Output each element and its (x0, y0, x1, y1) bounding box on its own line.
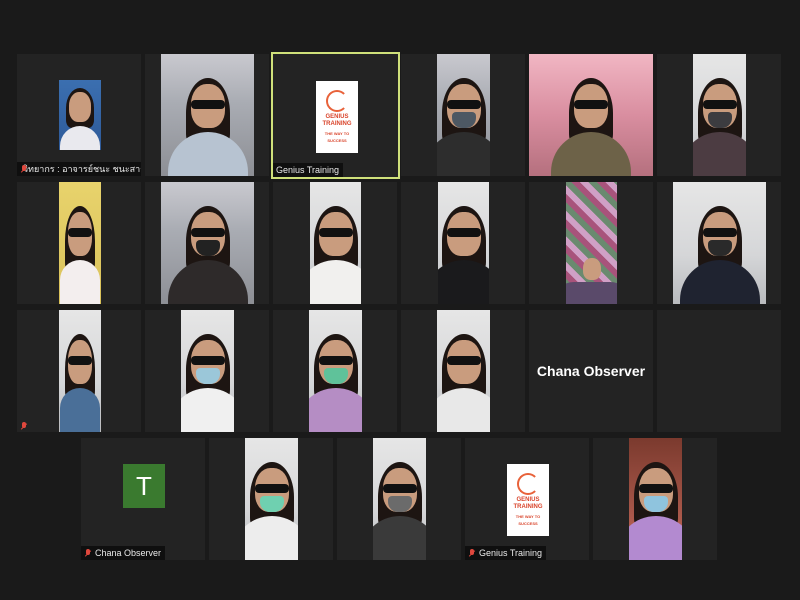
participant-tile-active-speaker[interactable]: GENIUS TRAINING THE WAY TO SUCCESS Geniu… (271, 52, 400, 179)
participant-video (373, 438, 426, 560)
participant-name: Genius Training (276, 165, 340, 175)
participant-video (161, 182, 254, 304)
participant-video (437, 310, 490, 432)
genius-training-logo: GENIUS TRAINING THE WAY TO SUCCESS (316, 81, 358, 153)
logo-ring-icon (326, 90, 348, 112)
participant-tile[interactable]: วิทยากร : อาจารย์ชนะ ชนะสาร (17, 54, 141, 176)
participant-video (245, 438, 298, 560)
participant-video (309, 310, 362, 432)
logo-ring-icon (517, 473, 539, 495)
participant-video (59, 80, 101, 150)
participant-tile[interactable] (17, 182, 141, 304)
participant-tile[interactable] (593, 438, 717, 560)
participant-tile[interactable] (145, 54, 269, 176)
participant-video (673, 182, 766, 304)
participant-tile[interactable] (273, 182, 397, 304)
genius-training-logo: GENIUS TRAINING THE WAY TO SUCCESS (507, 464, 549, 536)
participant-video (310, 182, 361, 304)
participant-tile[interactable] (529, 54, 653, 176)
participant-tile-name-only[interactable]: Chana Observer (529, 310, 653, 432)
participant-video (438, 182, 489, 304)
participant-tile[interactable] (401, 182, 525, 304)
participant-video (59, 182, 101, 304)
participant-name-label: Genius Training (465, 546, 547, 560)
participant-video (566, 182, 617, 304)
participant-tile[interactable] (401, 54, 525, 176)
participant-tile[interactable] (145, 310, 269, 432)
participant-name: วิทยากร : อาจารย์ชนะ ชนะสาร (23, 164, 141, 174)
participant-tile[interactable] (145, 182, 269, 304)
mic-muted-icon (20, 422, 28, 431)
participant-name-label: Chana Observer (81, 546, 166, 560)
participant-name: Chana Observer (95, 548, 162, 558)
participant-tile[interactable] (657, 182, 781, 304)
participant-tile[interactable]: T Chana Observer (81, 438, 205, 560)
participant-tile[interactable]: GENIUS TRAINING THE WAY TO SUCCESS Geniu… (465, 438, 589, 560)
participant-video (437, 54, 490, 176)
logo-subtitle: THE WAY TO SUCCESS (324, 131, 350, 143)
participant-tile[interactable] (273, 310, 397, 432)
logo-title: GENIUS TRAINING (322, 114, 352, 127)
participant-name-label (17, 421, 32, 432)
participant-video (181, 310, 234, 432)
participant-tile[interactable] (657, 54, 781, 176)
participant-video (59, 310, 101, 432)
participant-name: Genius Training (479, 548, 543, 558)
participant-tile[interactable] (657, 310, 781, 432)
participant-name-label: วิทยากร : อาจารย์ชนะ ชนะสาร (17, 162, 141, 176)
participant-tile[interactable] (17, 310, 141, 432)
participant-video (529, 54, 653, 176)
logo-title: GENIUS TRAINING (513, 497, 543, 510)
participant-video (161, 54, 254, 176)
participant-avatar: T (123, 464, 165, 508)
logo-subtitle: THE WAY TO SUCCESS (515, 514, 541, 526)
mic-muted-icon (84, 548, 92, 558)
participant-video (629, 438, 682, 560)
mic-muted-icon (468, 548, 476, 558)
participant-tile[interactable] (209, 438, 333, 560)
participant-tile[interactable] (337, 438, 461, 560)
participant-tile[interactable] (529, 182, 653, 304)
participant-tile[interactable] (401, 310, 525, 432)
participant-video (693, 54, 746, 176)
participant-display-name: Chana Observer (536, 363, 646, 379)
participant-name-label: Genius Training (273, 163, 344, 177)
